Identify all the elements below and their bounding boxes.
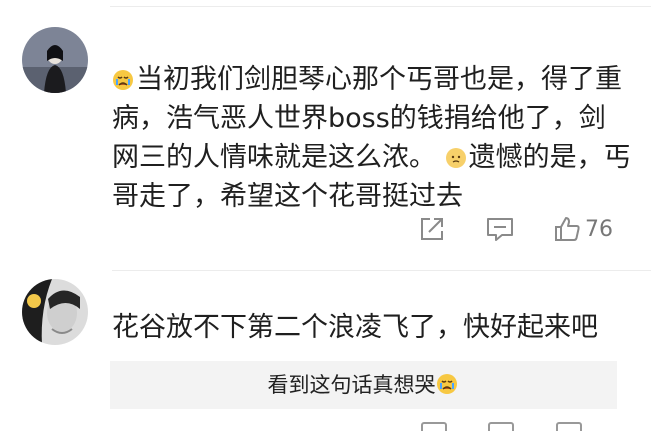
avatar[interactable] xyxy=(22,27,88,93)
crying-face-emoji-icon xyxy=(112,69,134,91)
thumbs-up-icon xyxy=(555,217,580,241)
comment-actions: 76 xyxy=(0,212,651,246)
thumbs-up-icon[interactable] xyxy=(556,422,582,431)
share-icon xyxy=(421,218,443,240)
like-count: 76 xyxy=(585,216,613,242)
sad-face-emoji-icon xyxy=(445,147,467,169)
crying-face-emoji-icon xyxy=(436,373,458,395)
comment-divider xyxy=(112,270,651,271)
comment-text: 花谷放不下第二个浪凌飞了，快好起来吧 xyxy=(112,312,598,343)
avatar[interactable] xyxy=(22,279,88,345)
reply-text-label: 看到这句话真想哭 xyxy=(267,373,436,397)
like-button[interactable]: 76 xyxy=(553,212,613,246)
reply-preview[interactable]: 看到这句话真想哭 xyxy=(110,361,617,409)
share-button[interactable] xyxy=(419,212,445,246)
comment-icon xyxy=(487,218,513,241)
avatar-face-photo-icon xyxy=(22,279,88,345)
share-icon[interactable] xyxy=(421,422,447,431)
avatar-girl-photo-icon xyxy=(22,27,88,93)
reply-text: 看到这句话真想哭 xyxy=(110,361,617,409)
next-comment-actions xyxy=(0,422,651,431)
top-divider xyxy=(110,6,651,7)
comment-icon[interactable] xyxy=(488,422,514,431)
comment-text: 当初我们剑胆琴心那个丐哥也是，得了重病，浩气恶人世界boss的钱捐给他了，剑网三… xyxy=(112,60,632,216)
reply-button[interactable] xyxy=(486,212,514,246)
